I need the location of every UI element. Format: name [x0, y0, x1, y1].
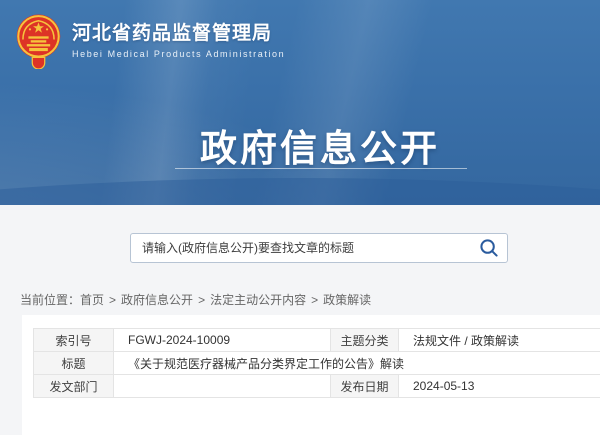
breadcrumb-separator: >	[198, 293, 205, 307]
breadcrumb-item-info-disclosure[interactable]: 政府信息公开	[121, 293, 193, 307]
topic-category-label: 主题分类	[331, 329, 399, 352]
issuing-department-label: 发文部门	[34, 375, 114, 398]
search-icon	[479, 238, 499, 258]
breadcrumb-item-home[interactable]: 首页	[80, 293, 104, 307]
table-row: 发文部门 发布日期 2024-05-13	[34, 375, 600, 398]
table-row: 索引号 FGWJ-2024-10009 主题分类 法规文件 / 政策解读	[34, 329, 600, 352]
topic-category-value: 法规文件 / 政策解读	[399, 329, 600, 352]
site-subtitle: Hebei Medical Products Administration	[72, 49, 285, 59]
site-title: 河北省药品监督管理局	[72, 18, 285, 45]
search-button[interactable]	[471, 234, 507, 262]
hero-dark-wave	[0, 178, 600, 205]
breadcrumb-separator: >	[311, 293, 318, 307]
table-row: 标题 《关于规范医疗器械产品分类界定工作的公告》解读	[34, 352, 600, 375]
national-emblem-icon	[15, 13, 62, 69]
content-card: 索引号 FGWJ-2024-10009 主题分类 法规文件 / 政策解读 标题 …	[22, 315, 600, 435]
search-box	[130, 233, 508, 263]
page-title: 政府信息公开	[0, 118, 600, 172]
breadcrumb-item-statutory-content[interactable]: 法定主动公开内容	[210, 293, 306, 307]
publish-date-label: 发布日期	[331, 375, 399, 398]
publish-date-value: 2024-05-13	[399, 375, 600, 398]
site-logo-link[interactable]: 河北省药品监督管理局 Hebei Medical Products Admini…	[15, 13, 285, 69]
index-number-label: 索引号	[34, 329, 114, 352]
breadcrumb-separator: >	[109, 293, 116, 307]
banner-divider	[175, 168, 467, 169]
search-input[interactable]	[131, 234, 471, 262]
breadcrumb-item-policy-interpretation[interactable]: 政策解读	[323, 293, 371, 307]
issuing-department-value	[114, 375, 331, 398]
doc-title-label: 标题	[34, 352, 114, 375]
hero-banner: 河北省药品监督管理局 Hebei Medical Products Admini…	[0, 0, 600, 205]
breadcrumb: 当前位置：首页 > 政府信息公开 > 法定主动公开内容 > 政策解读	[20, 291, 371, 308]
breadcrumb-label: 当前位置：	[20, 293, 80, 307]
doc-title-value: 《关于规范医疗器械产品分类界定工作的公告》解读	[114, 352, 600, 375]
doc-info-table: 索引号 FGWJ-2024-10009 主题分类 法规文件 / 政策解读 标题 …	[33, 328, 600, 398]
index-number-value: FGWJ-2024-10009	[114, 329, 331, 352]
